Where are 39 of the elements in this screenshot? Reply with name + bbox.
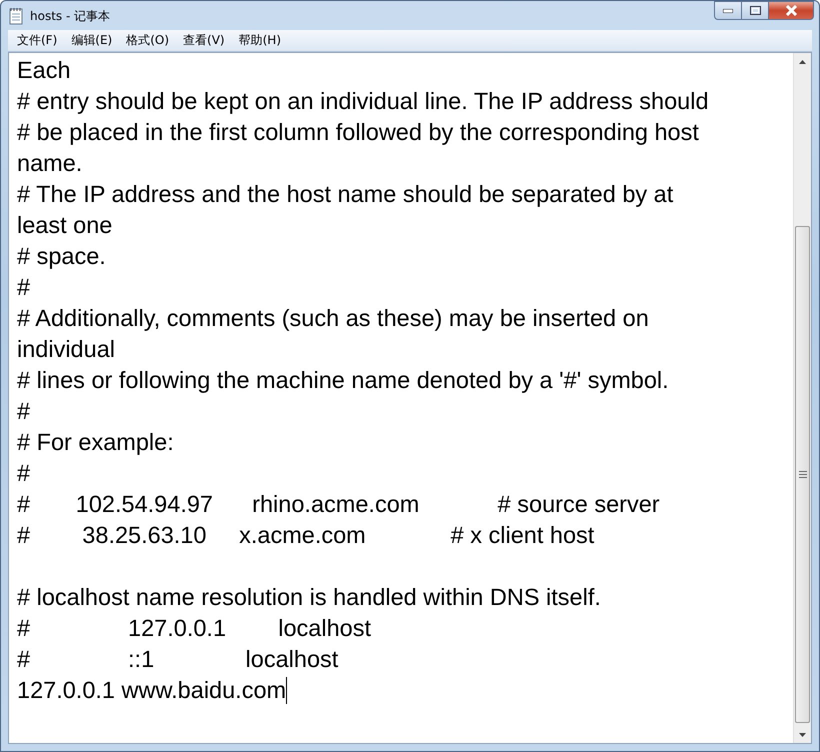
down-arrow-icon bbox=[799, 732, 806, 736]
text-line: # The IP address and the host name should be separated by at bbox=[17, 180, 674, 209]
text-cursor bbox=[286, 677, 288, 704]
close-button[interactable] bbox=[768, 1, 814, 20]
text-line: # 102.54.94.97 rhino.acme.com # source server bbox=[17, 490, 660, 519]
grip-icon bbox=[798, 471, 806, 478]
text-line: # Additionally, comments (such as these) may be inserted on bbox=[17, 304, 649, 333]
minimize-icon bbox=[723, 8, 733, 12]
text-line: # 127.0.0.1 localhost bbox=[17, 614, 371, 643]
minimize-button[interactable] bbox=[714, 1, 741, 20]
text-line: # ::1 localhost bbox=[17, 645, 338, 674]
scrollbar[interactable] bbox=[793, 53, 811, 743]
text-line: # bbox=[17, 397, 30, 426]
text-line: # bbox=[17, 459, 30, 488]
maximize-button[interactable] bbox=[741, 1, 768, 20]
text-line: # bbox=[17, 273, 30, 302]
menu-item[interactable]: 格式(O) bbox=[119, 30, 176, 51]
maximize-icon bbox=[750, 6, 760, 15]
text-line: # For example: bbox=[17, 428, 174, 457]
text-line: # lines or following the machine name denoted by a '#' symbol. bbox=[17, 366, 669, 395]
scroll-thumb[interactable] bbox=[795, 226, 810, 723]
close-icon bbox=[784, 5, 798, 16]
notepad-icon bbox=[8, 6, 24, 24]
text-line: least one bbox=[17, 211, 112, 240]
menu-item[interactable]: 查看(V) bbox=[176, 30, 232, 51]
text-line: Each bbox=[17, 56, 71, 85]
text-line: individual bbox=[17, 335, 115, 364]
window-title: hosts - 记事本 bbox=[30, 8, 112, 25]
text-line: # entry should be kept on an individual line. The IP address should bbox=[17, 87, 709, 116]
menu-item[interactable]: 文件(F) bbox=[10, 30, 64, 51]
menu-item[interactable]: 编辑(E) bbox=[64, 30, 120, 51]
text-line: # space. bbox=[17, 242, 106, 271]
text-line: 127.0.0.1 www.baidu.com bbox=[17, 676, 286, 705]
menu-item[interactable]: 帮助(H) bbox=[232, 30, 288, 51]
text-line: name. bbox=[17, 149, 82, 178]
text-line: # localhost name resolution is handled within DNS itself. bbox=[17, 583, 601, 612]
text-line: # 38.25.63.10 x.acme.com # x client host bbox=[17, 521, 594, 550]
up-arrow-icon bbox=[799, 60, 806, 64]
text-line: # be placed in the first column followed by the corresponding host bbox=[17, 118, 699, 147]
